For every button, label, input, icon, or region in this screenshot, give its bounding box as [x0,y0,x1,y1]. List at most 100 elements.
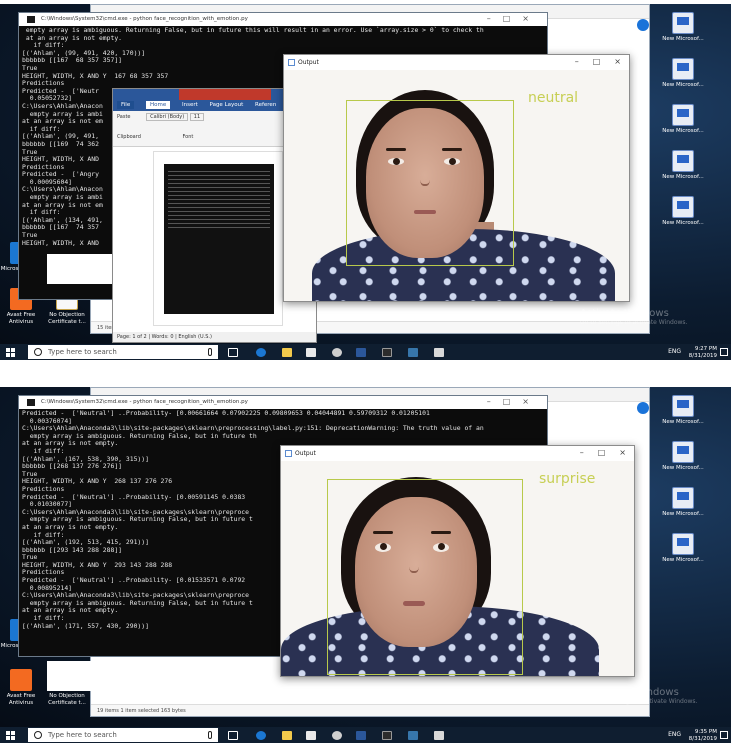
window-controls[interactable]: – □ × [566,448,626,457]
microphone-icon[interactable] [208,731,212,739]
document-icon [672,196,694,218]
desktop-icon-label: New Microsof... [662,128,704,134]
cmd-titlebar[interactable]: C:\Windows\System32\cmd.exe - python fac… [19,396,547,409]
output-window[interactable]: Output – □ × surprise [280,445,635,677]
word-taskbar-icon[interactable] [356,348,366,357]
word-status-bar: Page: 1 of 2 | Words: 0 | English (U.S.) [113,332,316,342]
document-page[interactable] [153,151,283,326]
file-explorer-taskbar-icon[interactable] [282,348,292,357]
taskbar-search-box[interactable]: Type here to search [28,345,218,359]
language-indicator[interactable]: ENG [668,348,681,355]
window-controls[interactable]: –□× [487,397,541,406]
settings-taskbar-icon[interactable] [332,731,342,740]
clock-date: 8/31/2019 [688,352,717,359]
window-controls[interactable]: –□× [487,14,541,23]
desktop-icon-doc-1[interactable]: New Microsof... [660,395,706,426]
activation-title: Activate Windows [580,308,669,319]
word-accent-bar [179,89,271,100]
tab-page-layout[interactable]: Page Layout [210,102,244,108]
desktop-icon-doc-1[interactable]: New Microsof... [660,12,706,43]
edge-taskbar-icon[interactable] [256,731,266,740]
output-taskbar-icon[interactable] [434,731,444,740]
notification-icon[interactable] [720,348,728,356]
task-view-icon[interactable] [228,731,238,740]
face-detection-box [346,100,514,266]
help-icon[interactable] [637,402,649,414]
edge-taskbar-icon[interactable] [256,348,266,357]
activation-watermark: Activate Windows Go to Settings to activ… [590,687,697,705]
desktop-icon-doc-3[interactable]: New Microsof... [660,487,706,518]
close-icon[interactable]: × [614,57,621,66]
desktop-icon-label: New Microsof... [662,511,704,517]
activation-subtitle: Go to Settings to activate Windows. [590,698,698,705]
tab-insert[interactable]: Insert [182,102,198,108]
windows-start-icon[interactable] [6,731,15,740]
font-size-box[interactable]: 11 [189,113,205,121]
output-window[interactable]: Output – □ × neutral [283,54,630,302]
python-taskbar-icon[interactable] [408,348,418,357]
screenshot-surprise: New Microsof... New Microsof... New Micr… [0,387,731,743]
font-group-label: Font [182,134,194,140]
desktop-icon-label: New Microsof... [662,82,704,88]
close-icon[interactable]: × [619,448,626,457]
desktop-icon-doc-4[interactable]: New Microsof... [660,150,706,181]
desktop-icon-doc-2[interactable]: New Microsof... [660,58,706,89]
desktop-icon-doc-2[interactable]: New Microsof... [660,441,706,472]
output-title: Output [295,450,316,457]
output-taskbar-icon[interactable] [434,348,444,357]
cmd-taskbar-icon[interactable] [382,731,392,740]
emotion-label: surprise [539,471,596,487]
cmd-icon [27,399,35,406]
output-titlebar[interactable]: Output – □ × [281,446,634,461]
store-taskbar-icon[interactable] [306,731,316,740]
clock-date: 8/31/2019 [688,735,717,742]
activation-subtitle: Go to Settings to activate Windows. [580,319,688,326]
output-titlebar[interactable]: Output – □ × [284,55,629,70]
document-icon [672,104,694,126]
desktop-icon-doc-5[interactable]: New Microsof... [660,196,706,227]
microphone-icon[interactable] [208,348,212,356]
window-controls[interactable]: – □ × [561,57,621,66]
blank-window-fragment [47,254,117,284]
word-taskbar-icon[interactable] [356,731,366,740]
python-taskbar-icon[interactable] [408,731,418,740]
minimize-icon[interactable]: – [575,57,579,66]
maximize-icon[interactable]: □ [593,57,601,66]
cmd-taskbar-icon[interactable] [382,348,392,357]
task-view-icon[interactable] [228,348,238,357]
search-icon [34,348,42,356]
taskbar: Type here to search ENG 9:27 PM 8/31/201… [0,344,731,360]
face-detection-box [327,479,523,675]
cmd-titlebar[interactable]: C:\Windows\System32\cmd.exe - python fac… [19,13,547,26]
document-icon [672,58,694,80]
desktop-icon-label: New Microsof... [662,36,704,42]
activation-watermark: Activate Windows Go to Settings to activ… [580,308,687,326]
desktop-icon-label: New Microsof... [662,557,704,563]
desktop-icon-avast[interactable]: Avast Free Antivirus [0,669,44,706]
taskbar-clock[interactable]: 9:27 PM 8/31/2019 [689,346,717,359]
font-name-box[interactable]: Calibri (Body) [146,113,189,121]
desktop-icon-doc-4[interactable]: New Microsof... [660,533,706,564]
desktop-icon-label: Avast Free Antivirus [6,693,36,706]
paste-button[interactable]: Paste [117,114,131,120]
notification-icon[interactable] [720,731,728,739]
file-explorer-taskbar-icon[interactable] [282,731,292,740]
cmd-title: C:\Windows\System32\cmd.exe - python fac… [41,16,248,22]
window-icon [285,450,292,457]
taskbar-clock[interactable]: 9:35 PM 8/31/2019 [689,729,717,742]
search-placeholder: Type here to search [48,731,117,739]
desktop-icon-doc-3[interactable]: New Microsof... [660,104,706,135]
tab-home[interactable]: Home [145,101,171,109]
store-taskbar-icon[interactable] [306,348,316,357]
taskbar-search-box[interactable]: Type here to search [28,728,218,742]
maximize-icon[interactable]: □ [598,448,606,457]
emotion-label: neutral [528,90,579,106]
windows-start-icon[interactable] [6,348,15,357]
tab-file[interactable]: File [117,101,135,109]
settings-taskbar-icon[interactable] [332,348,342,357]
desktop-icon-label: New Microsof... [662,465,704,471]
help-icon[interactable] [637,19,649,31]
cmd-icon [27,16,35,23]
tab-references[interactable]: Referen [255,102,276,108]
minimize-icon[interactable]: – [580,448,584,457]
